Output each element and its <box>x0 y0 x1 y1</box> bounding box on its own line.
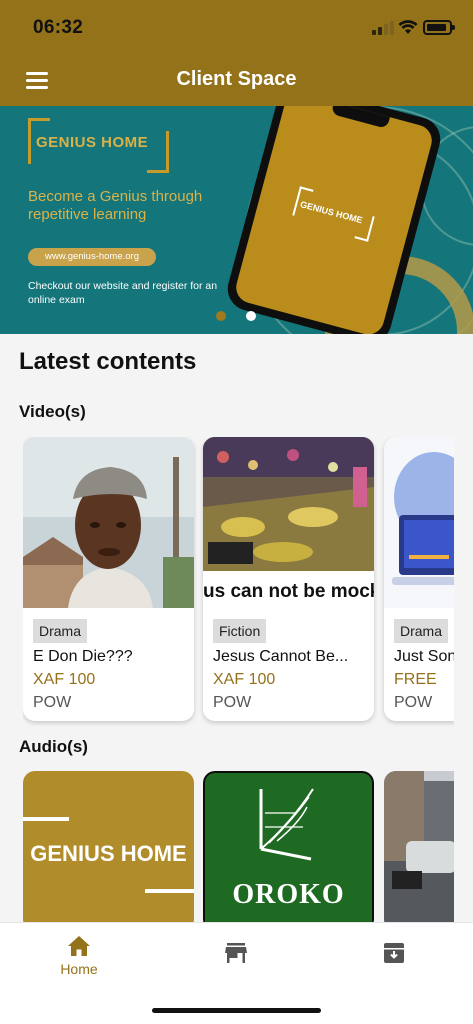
audio-thumbnail-image <box>384 771 454 923</box>
banner-checkout-text: Checkout our website and register for an… <box>28 280 218 306</box>
genre-tag: Fiction <box>213 619 267 643</box>
video-thumbnail <box>384 437 454 608</box>
video-author: POW <box>394 694 433 711</box>
status-time: 06:32 <box>33 17 84 38</box>
latest-contents-heading: Latest contents <box>19 348 197 375</box>
video-thumbnail: us can not be mocked <box>203 437 374 608</box>
banner-website-link[interactable]: www.genius-home.org <box>28 248 156 266</box>
wifi-icon <box>398 20 418 34</box>
videos-carousel[interactable]: Drama E Don Die??? XAF 100 POW us can no… <box>23 437 454 727</box>
genre-tag: Drama <box>394 619 449 643</box>
video-title: Just Son <box>394 648 454 665</box>
page-title: Client Space <box>176 68 297 90</box>
video-title: Jesus Cannot Be... <box>213 648 349 665</box>
audio-card[interactable]: GENIUS HOME <box>23 771 194 923</box>
video-price: XAF 100 <box>33 671 96 688</box>
carousel-dot-1[interactable] <box>216 311 226 321</box>
cellular-signal-icon <box>372 21 394 35</box>
video-price: FREE <box>394 671 437 688</box>
promo-banner-carousel[interactable]: GENIUS HOME Become a Genius through repe… <box>0 106 473 334</box>
thumbnail-caption: us can not be mocked <box>203 581 374 602</box>
banner-tagline: Become a Genius through repetitive learn… <box>28 188 203 223</box>
carousel-dot-2[interactable] <box>246 311 256 321</box>
store-icon <box>225 943 247 963</box>
video-card[interactable]: Drama Just Son FREE POW <box>384 437 454 721</box>
phone-logo: GENIUS HOME <box>291 186 378 242</box>
video-title: E Don Die??? <box>33 648 133 665</box>
video-author: POW <box>213 694 252 711</box>
video-thumbnail <box>23 437 194 608</box>
video-card[interactable]: Drama E Don Die??? XAF 100 POW <box>23 437 194 721</box>
nav-store[interactable] <box>196 933 276 985</box>
video-price: XAF 100 <box>213 671 276 688</box>
video-author: POW <box>33 694 72 711</box>
genius-home-logo: GENIUS HOME <box>28 118 169 173</box>
client-space-screen: 06:32 Client Space GENIUS HOME Become a … <box>0 0 473 1024</box>
audio-thumbnail-text: GENIUS HOME <box>30 841 187 866</box>
nav-home[interactable]: Home <box>39 933 119 985</box>
app-header: 06:32 Client Space <box>0 0 473 106</box>
archive-icon <box>384 943 404 963</box>
audios-carousel[interactable]: GENIUS HOME OROKO <box>23 771 454 923</box>
audio-card[interactable] <box>384 771 454 923</box>
videos-heading: Video(s) <box>19 402 86 421</box>
audio-thumbnail-text: OROKO <box>232 879 345 910</box>
battery-icon <box>423 20 455 35</box>
nav-archive[interactable] <box>354 933 434 985</box>
nav-home-label: Home <box>60 961 98 977</box>
status-bar: 06:32 <box>0 0 473 55</box>
audios-heading: Audio(s) <box>19 737 88 756</box>
genre-tag: Drama <box>33 619 88 643</box>
home-icon <box>68 936 90 956</box>
oroko-logo-icon <box>259 788 314 861</box>
video-card[interactable]: us can not be mocked Fiction Jesus Canno… <box>203 437 374 721</box>
audio-card[interactable]: OROKO <box>203 771 374 923</box>
home-indicator[interactable] <box>152 1008 321 1013</box>
